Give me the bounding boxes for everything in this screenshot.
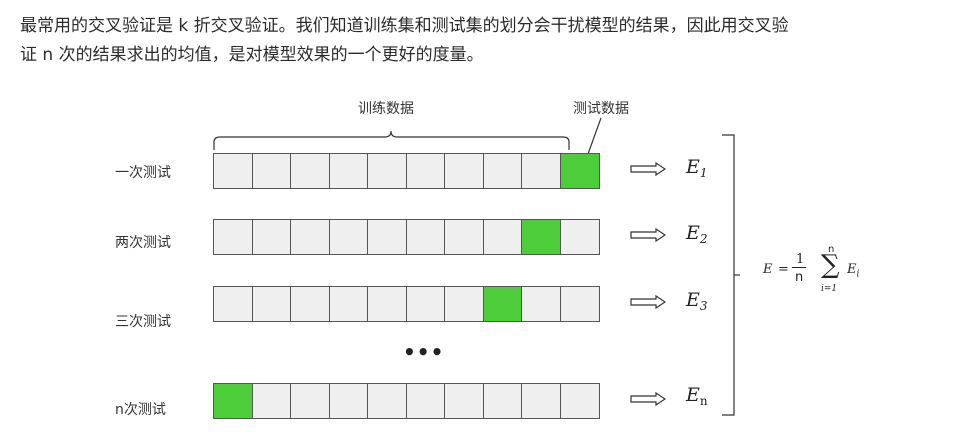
right-bracket: [722, 134, 735, 416]
train-fold-cell: [291, 384, 330, 418]
row-label-n: n次测试: [115, 402, 166, 418]
train-fold-cell: [329, 384, 368, 418]
test-fold-cell: [214, 384, 253, 418]
test-pointer-line: [587, 117, 602, 155]
train-fold-cell: [406, 220, 445, 254]
fold-row-n: [213, 383, 600, 419]
train-fold-cell: [522, 154, 561, 188]
train-fold-cell: [214, 287, 253, 321]
train-fold-cell: [368, 154, 407, 188]
row-label-3: 三次测试: [115, 314, 171, 330]
fraction-bar: [792, 267, 806, 268]
ellipsis: •••: [403, 340, 445, 364]
sigma-symbol: ∑: [821, 250, 840, 280]
sum-lower: i=1: [821, 284, 838, 294]
train-fold-cell: [483, 154, 522, 188]
train-fold-cell: [252, 384, 291, 418]
result-e3: E3: [686, 289, 708, 313]
formula-numerator: 1: [796, 252, 805, 267]
train-fold-cell: [406, 154, 445, 188]
train-fold-cell: [329, 220, 368, 254]
train-fold-cell: [560, 384, 599, 418]
train-fold-cell: [252, 154, 291, 188]
train-fold-cell: [214, 154, 253, 188]
fold-row-1: [213, 153, 600, 189]
formula-term: Ei: [847, 262, 860, 280]
arrow-icon: [630, 295, 666, 309]
train-fold-cell: [522, 287, 561, 321]
formula-lhs: E: [763, 262, 773, 277]
train-fold-cell: [214, 220, 253, 254]
train-fold-cell: [445, 384, 484, 418]
train-fold-cell: [483, 384, 522, 418]
train-fold-cell: [406, 287, 445, 321]
arrow-icon: [630, 162, 666, 176]
formula-denominator: n: [795, 270, 804, 285]
fold-row-2: [213, 219, 600, 255]
train-brace: [213, 130, 570, 150]
test-fold-cell: [483, 287, 522, 321]
formula-equals: =: [778, 262, 789, 277]
train-fold-cell: [445, 220, 484, 254]
result-e2: E2: [686, 222, 708, 246]
kfold-diagram: 训练数据 测试数据 一次测试 E1 两次测试 E2 三次测试 E3 ••• n次…: [0, 0, 954, 440]
train-fold-cell: [291, 154, 330, 188]
row-label-2: 两次测试: [115, 235, 171, 251]
train-fold-cell: [252, 287, 291, 321]
train-fold-cell: [406, 384, 445, 418]
train-fold-cell: [368, 287, 407, 321]
row-label-1: 一次测试: [115, 165, 171, 181]
fold-row-3: [213, 286, 600, 322]
arrow-icon: [630, 228, 666, 242]
train-fold-cell: [368, 220, 407, 254]
train-fold-cell: [445, 154, 484, 188]
result-e1: E1: [686, 156, 708, 180]
train-fold-cell: [522, 384, 561, 418]
train-fold-cell: [368, 384, 407, 418]
train-fold-cell: [291, 287, 330, 321]
train-fold-cell: [252, 220, 291, 254]
train-fold-cell: [291, 220, 330, 254]
train-fold-cell: [329, 154, 368, 188]
result-en: En: [686, 384, 708, 408]
test-fold-cell: [560, 154, 599, 188]
train-fold-cell: [329, 287, 368, 321]
test-fold-cell: [522, 220, 561, 254]
train-fold-cell: [560, 220, 599, 254]
train-fold-cell: [445, 287, 484, 321]
train-fold-cell: [560, 287, 599, 321]
arrow-icon: [630, 392, 666, 406]
train-fold-cell: [483, 220, 522, 254]
